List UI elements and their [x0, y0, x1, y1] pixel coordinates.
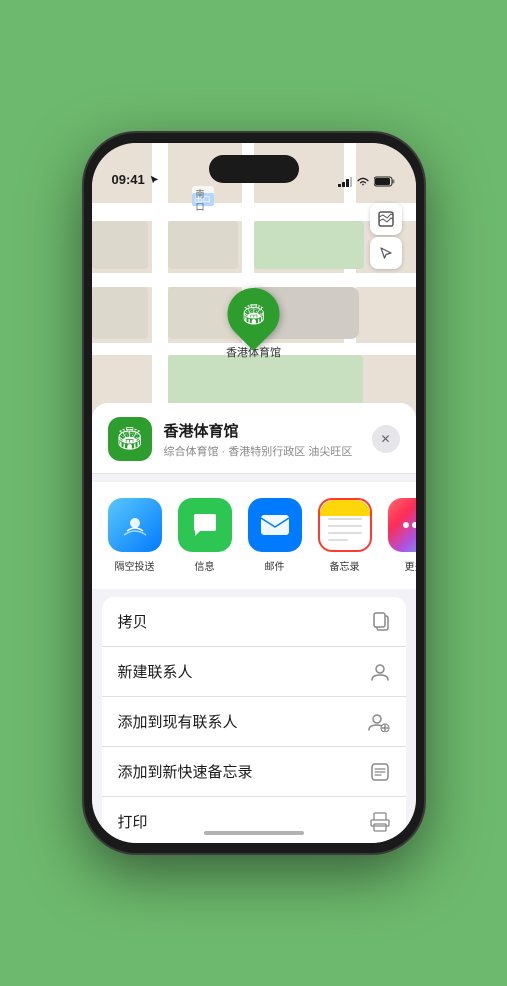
location-button[interactable] — [370, 237, 402, 269]
print-icon — [370, 812, 390, 832]
sheet-header: 🏟 香港体育馆 综合体育馆 · 香港特别行政区 油尖旺区 ✕ — [92, 403, 416, 474]
copy-icon — [372, 612, 390, 632]
status-icons — [338, 176, 396, 187]
notes-icon — [318, 498, 372, 552]
new-contact-label: 新建联系人 — [118, 661, 193, 682]
copy-label: 拷贝 — [118, 611, 148, 632]
location-arrow-icon — [150, 175, 159, 184]
wifi-icon — [356, 177, 370, 187]
more-label: 更多 — [405, 558, 416, 573]
mail-svg — [259, 513, 291, 537]
more-dots-svg — [402, 519, 416, 531]
map-block-2 — [254, 221, 364, 269]
airdrop-icon — [108, 498, 162, 552]
share-item-airdrop[interactable]: 隔空投送 — [104, 498, 166, 573]
action-copy[interactable]: 拷贝 — [102, 597, 406, 647]
share-item-messages[interactable]: 信息 — [174, 498, 236, 573]
action-add-existing[interactable]: 添加到现有联系人 — [102, 697, 406, 747]
venue-icon: 🏟 — [108, 417, 152, 461]
battery-icon — [374, 176, 396, 187]
messages-label: 信息 — [195, 558, 215, 573]
venue-name: 香港体育馆 — [164, 420, 360, 441]
mail-icon — [248, 498, 302, 552]
map-block-5 — [92, 221, 148, 269]
road-horizontal-1 — [92, 203, 416, 221]
add-contact-icon — [368, 712, 390, 732]
map-block-4 — [168, 355, 363, 405]
share-item-more[interactable]: 更多 — [384, 498, 416, 573]
share-item-notes[interactable]: 备忘录 — [314, 498, 376, 573]
map-type-button[interactable] — [370, 203, 402, 235]
map-controls — [370, 203, 402, 269]
close-button[interactable]: ✕ — [372, 425, 400, 453]
dynamic-island — [209, 155, 299, 183]
status-time: 09:41 — [112, 172, 145, 187]
notes-line-4 — [328, 539, 348, 541]
pin-circle: 🏟 — [217, 277, 291, 351]
airdrop-svg — [121, 511, 149, 539]
action-print[interactable]: 打印 — [102, 797, 406, 843]
share-item-mail[interactable]: 邮件 — [244, 498, 306, 573]
signal-icon — [338, 177, 352, 187]
notes-label: 备忘录 — [330, 558, 360, 573]
add-existing-label: 添加到现有联系人 — [118, 711, 238, 732]
notes-line-1 — [328, 518, 362, 520]
pin-inner-icon: 🏟 — [241, 302, 266, 327]
road-horizontal-2 — [92, 273, 416, 287]
mail-label: 邮件 — [265, 558, 285, 573]
home-indicator — [204, 831, 304, 835]
quick-note-icon — [370, 762, 390, 782]
new-contact-icon — [370, 662, 390, 682]
airdrop-label: 隔空投送 — [115, 558, 155, 573]
map-block-6 — [92, 287, 148, 339]
notes-line-2 — [328, 525, 362, 527]
messages-icon — [178, 498, 232, 552]
print-label: 打印 — [118, 811, 148, 832]
notes-highlight — [320, 500, 370, 516]
phone-screen: 09:41 — [92, 143, 416, 843]
action-add-notes[interactable]: 添加到新快速备忘录 — [102, 747, 406, 797]
add-notes-label: 添加到新快速备忘录 — [118, 761, 253, 782]
share-row: 隔空投送 信息 — [92, 482, 416, 589]
messages-svg — [190, 511, 220, 539]
notes-lines — [328, 518, 362, 541]
location-pin: 🏟 香港体育馆 — [226, 288, 281, 360]
location-direction-icon — [379, 246, 393, 260]
more-icon — [388, 498, 416, 552]
map-label-area: 出口 南口 — [192, 193, 214, 206]
bottom-sheet: 🏟 香港体育馆 综合体育馆 · 香港特别行政区 油尖旺区 ✕ — [92, 403, 416, 843]
venue-info: 香港体育馆 综合体育馆 · 香港特别行政区 油尖旺区 — [164, 420, 360, 459]
actions-list: 拷贝 新建联系人 添加到现有联系人 — [102, 597, 406, 843]
map-block-1 — [168, 221, 238, 269]
map-type-icon — [378, 211, 394, 227]
venue-subtitle: 综合体育馆 · 香港特别行政区 油尖旺区 — [164, 443, 360, 459]
phone-frame: 09:41 — [84, 133, 424, 853]
notes-line-3 — [328, 532, 362, 534]
action-new-contact[interactable]: 新建联系人 — [102, 647, 406, 697]
